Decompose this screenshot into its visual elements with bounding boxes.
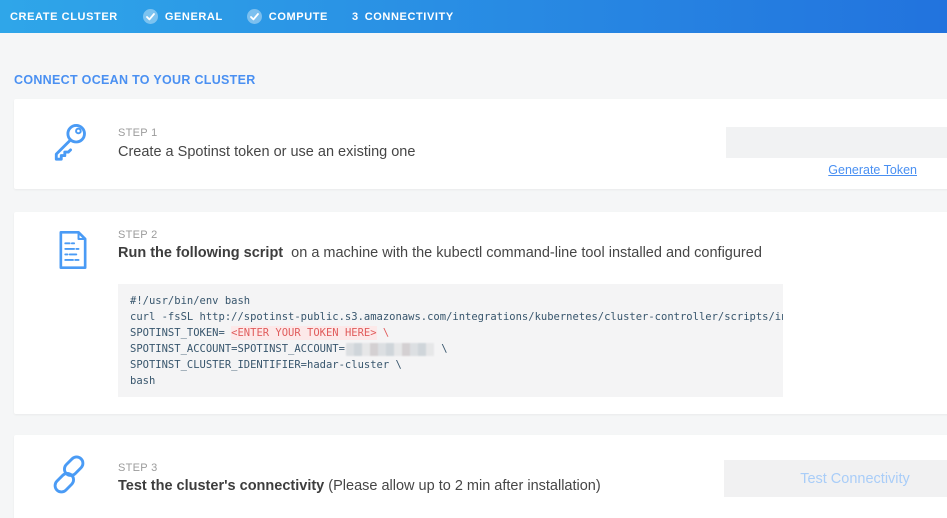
step1-label: STEP 1: [118, 127, 158, 139]
script-line: curl -fsSL http://spotinst-public.s3.ama…: [130, 309, 771, 325]
chain-link-icon: [48, 453, 90, 502]
script-line: #!/usr/bin/env bash: [130, 293, 771, 309]
wizard-step-general[interactable]: GENERAL: [143, 9, 223, 24]
script-file-icon: [54, 229, 92, 276]
wizard-title: CREATE CLUSTER: [10, 11, 118, 23]
step2-title-bold: Run the following script: [118, 245, 283, 261]
check-icon: [143, 9, 158, 24]
step2-title-rest: on a machine with the kubectl command-li…: [287, 245, 762, 261]
wizard-step-label: CONNECTIVITY: [365, 11, 454, 23]
script-line: SPOTINST_TOKEN= <ENTER YOUR TOKEN HERE> …: [130, 325, 771, 341]
step3-title-rest: (Please allow up to 2 min after installa…: [324, 478, 600, 494]
wizard-header: CREATE CLUSTER GENERAL COMPUTE 3 CONNECT…: [0, 0, 947, 33]
script-block[interactable]: #!/usr/bin/env bashcurl -fsSL http://spo…: [118, 284, 783, 397]
check-icon: [247, 9, 262, 24]
key-icon: [48, 119, 90, 170]
step2-card: STEP 2 Run the following script on a mac…: [14, 212, 947, 414]
test-connectivity-button[interactable]: Test Connectivity: [724, 460, 947, 497]
wizard-step-compute[interactable]: COMPUTE: [247, 9, 328, 24]
step2-title: Run the following script on a machine wi…: [118, 245, 762, 261]
step3-label: STEP 3: [118, 462, 158, 474]
generate-token-wrap: Generate Token: [726, 161, 917, 179]
wizard-step-label: GENERAL: [165, 11, 223, 23]
step3-title-bold: Test the cluster's connectivity: [118, 478, 324, 494]
step1-card: STEP 1 Create a Spotinst token or use an…: [14, 99, 947, 189]
step2-label: STEP 2: [118, 229, 158, 241]
page-title: CONNECT OCEAN TO YOUR CLUSTER: [14, 73, 256, 87]
step1-title: Create a Spotinst token or use an existi…: [118, 144, 415, 160]
script-line: SPOTINST_ACCOUNT=SPOTINST_ACCOUNT= \: [130, 341, 771, 357]
wizard-step-label: COMPUTE: [269, 11, 328, 23]
script-line: bash: [130, 373, 771, 389]
step3-title: Test the cluster's connectivity (Please …: [118, 478, 601, 494]
step3-card: STEP 3 Test the cluster's connectivity (…: [14, 435, 947, 518]
generate-token-link[interactable]: Generate Token: [828, 163, 917, 177]
wizard-step-number: 3: [352, 11, 359, 23]
token-input[interactable]: [726, 127, 947, 158]
redacted-account-id: [346, 343, 434, 356]
wizard-steps: GENERAL COMPUTE 3 CONNECTIVITY: [143, 9, 478, 24]
script-line: SPOTINST_CLUSTER_IDENTIFIER=hadar-cluste…: [130, 357, 771, 373]
wizard-step-connectivity[interactable]: 3 CONNECTIVITY: [352, 11, 454, 23]
